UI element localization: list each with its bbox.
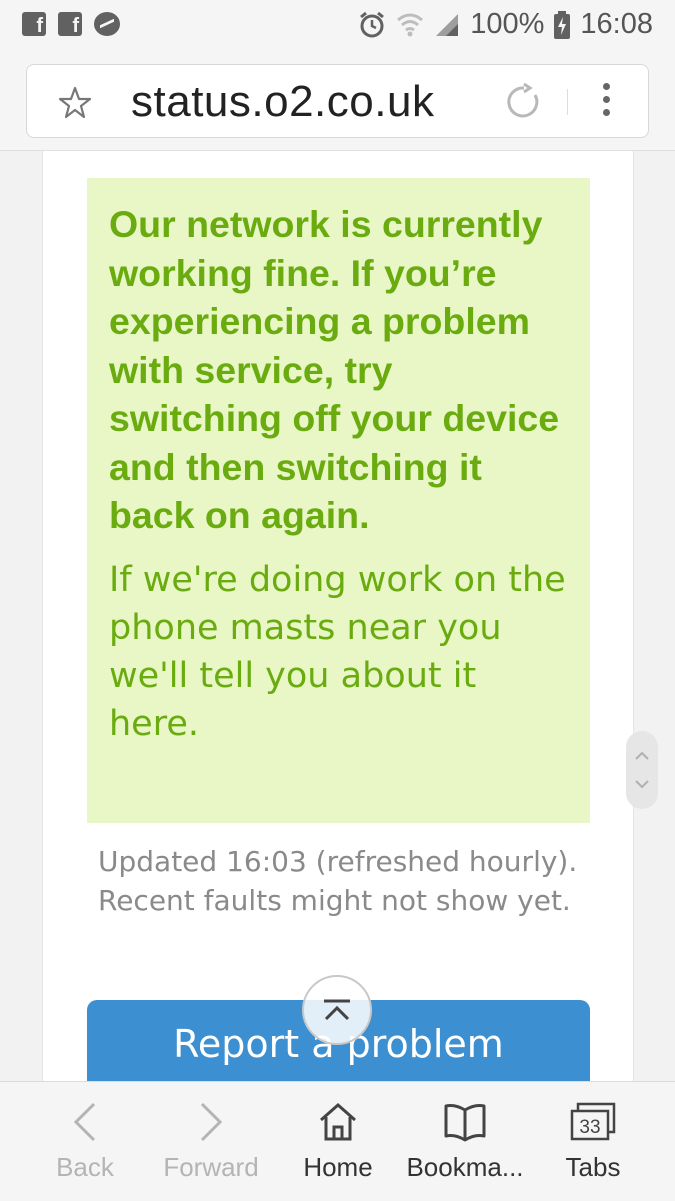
- network-status-note: If we're doing work on the phone masts n…: [109, 559, 566, 744]
- status-bar: f f 100% 16:08: [0, 0, 675, 52]
- address-bar[interactable]: status.o2.co.uk: [26, 64, 649, 138]
- wifi-icon: [397, 13, 424, 36]
- tabs-button[interactable]: 33 Tabs: [548, 1082, 638, 1201]
- home-button[interactable]: Home: [288, 1082, 388, 1201]
- network-status-box: Our network is currently working fine. I…: [87, 178, 590, 823]
- tabs-icon: 33: [570, 1102, 616, 1141]
- forward-label: Forward: [163, 1152, 259, 1182]
- chevron-up-icon: [635, 751, 649, 789]
- facebook-icon: f: [58, 12, 82, 36]
- battery-percentage: 100%: [470, 8, 545, 40]
- forward-button[interactable]: Forward: [150, 1082, 272, 1201]
- tabs-count: 33: [579, 1117, 600, 1138]
- facebook-icon: f: [22, 12, 46, 36]
- back-button[interactable]: Back: [30, 1082, 140, 1201]
- back-arrow-icon: [73, 1102, 96, 1142]
- bookmarks-label: Bookma...: [406, 1152, 524, 1182]
- page-scroll-handle[interactable]: [626, 731, 658, 809]
- bookmark-star-icon[interactable]: [57, 85, 93, 121]
- more-options-icon[interactable]: [601, 83, 611, 123]
- scroll-up-icon: [324, 999, 350, 1021]
- forward-arrow-icon: [200, 1102, 223, 1142]
- back-label: Back: [56, 1152, 114, 1182]
- bookmarks-book-icon: [444, 1104, 486, 1142]
- clock: 16:08: [580, 8, 653, 40]
- web-content: Our network is currently working fine. I…: [0, 151, 675, 1081]
- url-text[interactable]: status.o2.co.uk: [131, 77, 434, 127]
- alarm-icon: [360, 11, 385, 37]
- reload-icon[interactable]: [505, 83, 543, 121]
- updated-text: Updated 16:03 (refreshed hourly). Recent…: [98, 845, 578, 917]
- browser-toolbar: status.o2.co.uk: [0, 52, 675, 151]
- divider: [567, 89, 568, 115]
- network-status-heading: Our network is currently working fine. I…: [109, 203, 560, 536]
- tabs-label: Tabs: [565, 1152, 621, 1182]
- scroll-to-top-button[interactable]: [302, 975, 372, 1045]
- battery-charging-icon: [554, 10, 571, 39]
- bottom-navigation: Back Forward Home Bookma... 33 Tabs: [0, 1081, 675, 1201]
- page-container: Our network is currently working fine. I…: [42, 151, 634, 1081]
- home-icon: [320, 1102, 356, 1141]
- bookmarks-button[interactable]: Bookma...: [400, 1082, 530, 1201]
- signal-icon: [436, 13, 459, 36]
- home-label: Home: [303, 1152, 373, 1182]
- messenger-icon: [94, 12, 120, 36]
